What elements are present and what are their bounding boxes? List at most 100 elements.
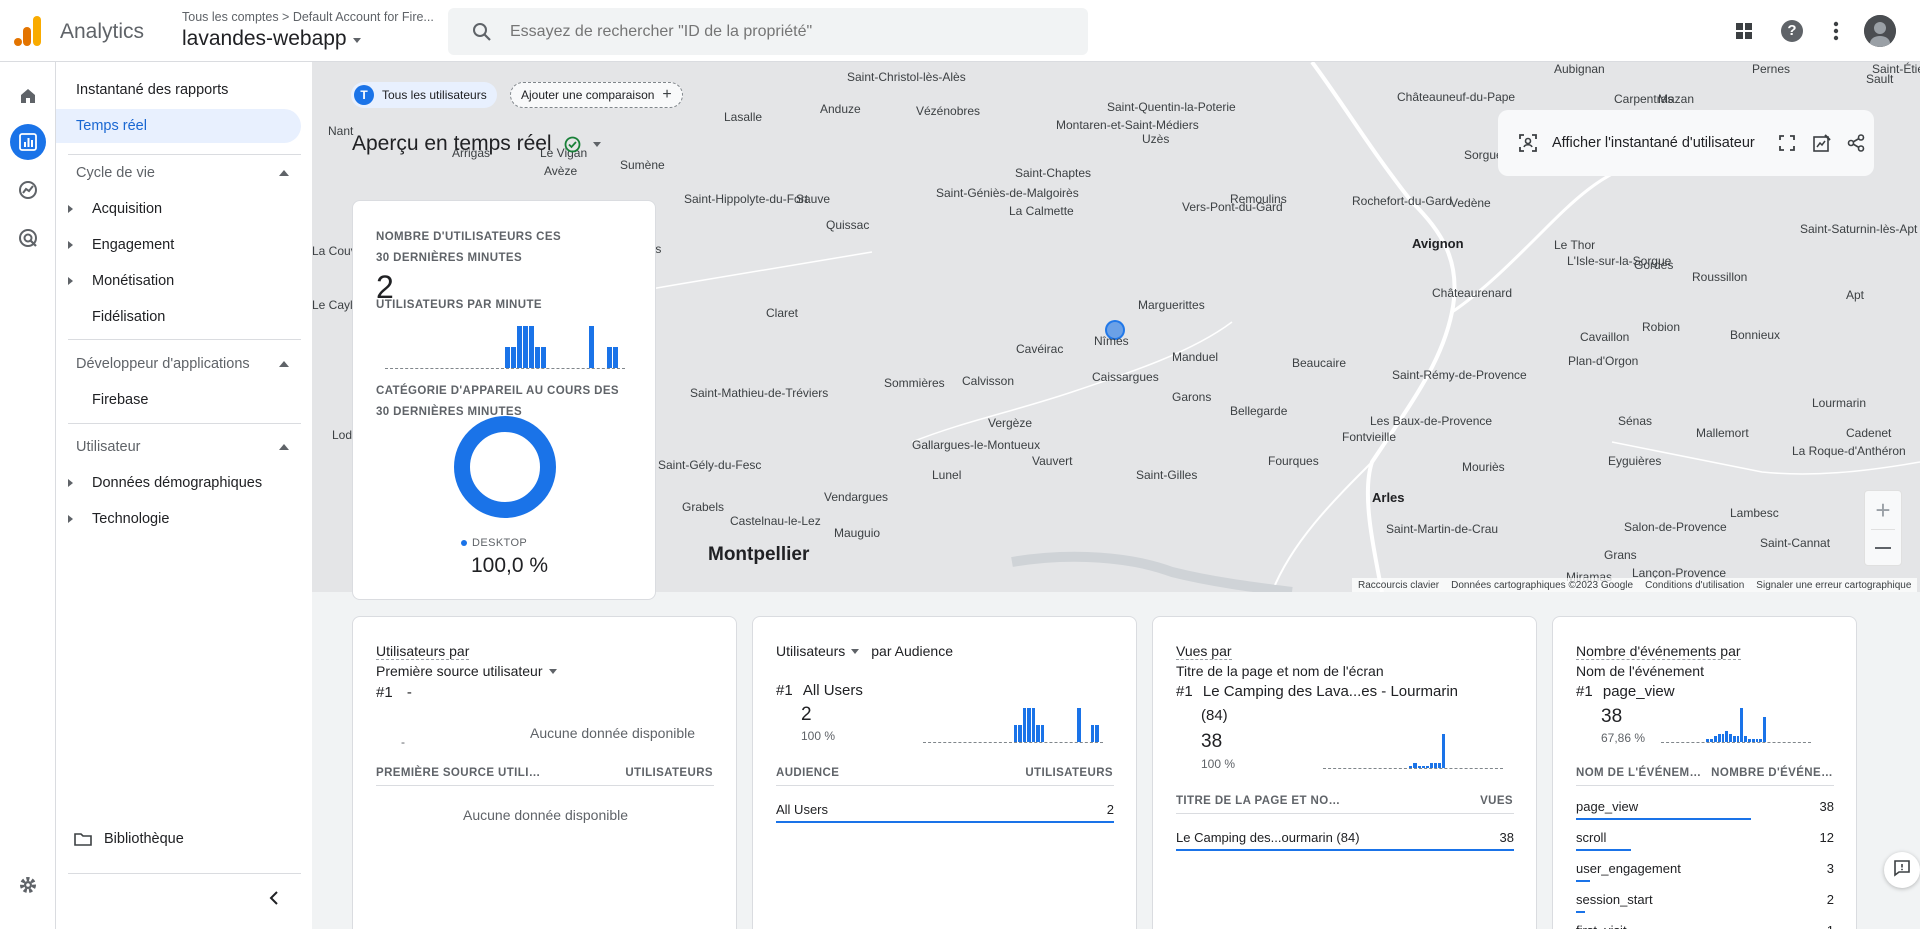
apps-grid-icon[interactable]: [1734, 21, 1754, 41]
feedback-button[interactable]: [1884, 852, 1920, 888]
rank-percent: 67,86 %: [1601, 731, 1646, 745]
analytics-logo-icon[interactable]: [14, 16, 42, 46]
row-value: 38: [1499, 830, 1514, 845]
app-root: Analytics Tous les comptes > Default Acc…: [0, 0, 1920, 929]
collapse-nav-icon[interactable]: [266, 890, 282, 906]
nav-section-user[interactable]: Utilisateur: [56, 432, 301, 462]
map-town-label: Pernes: [1752, 62, 1791, 76]
report-error-link[interactable]: Signaler une erreur cartographique: [1756, 580, 1911, 591]
metric-selector[interactable]: Utilisateurs par: [376, 643, 470, 660]
donut-slice-desktop[interactable]: [454, 416, 556, 518]
zoom-in-button[interactable]: +: [1865, 491, 1901, 529]
row-label: user_engagement: [1576, 861, 1681, 876]
table-row[interactable]: session_start 2: [1576, 888, 1834, 916]
caret-right-icon: [68, 479, 73, 487]
table-row[interactable]: All Users 2: [776, 797, 1114, 825]
table-row[interactable]: user_engagement 3: [1576, 857, 1834, 885]
nav-item-demographics[interactable]: Données démographiques: [56, 466, 301, 500]
home-icon[interactable]: [10, 78, 46, 114]
audience-sparkline: [923, 707, 1103, 743]
page-title: Aperçu en temps réel: [352, 132, 552, 155]
map-town-label: Lambesc: [1730, 506, 1779, 520]
map-city-label: Montpellier: [708, 544, 810, 565]
table-row[interactable]: first_visit 1: [1576, 919, 1834, 929]
map-town-label: Cadenet: [1846, 426, 1892, 440]
nav-item-retention[interactable]: Fidélisation: [56, 300, 301, 334]
map-town-label: Sauve: [796, 192, 831, 206]
help-icon[interactable]: ?: [1781, 20, 1803, 42]
map-town-label: Vergèze: [988, 416, 1033, 430]
col-header-source: PREMIÈRE SOURCE UTILI…: [376, 767, 541, 779]
keyboard-shortcuts-link[interactable]: Raccourcis clavier: [1358, 580, 1439, 591]
audience-chip[interactable]: T Tous les utilisateurs: [351, 82, 497, 108]
metric-selector[interactable]: Vues par: [1176, 643, 1232, 660]
table-row[interactable]: scroll 12: [1576, 826, 1834, 854]
nav-divider: [68, 154, 301, 155]
caret-right-icon: [68, 241, 73, 249]
map-town-label: Saint-Mathieu-de-Tréviers: [690, 386, 829, 400]
map-town-label: Apt: [1846, 288, 1865, 302]
row-value: 12: [1819, 830, 1834, 845]
nav-item-technology[interactable]: Technologie: [56, 502, 301, 536]
add-comparison-label: Ajouter une comparaison: [521, 88, 655, 102]
table-row[interactable]: page_view 38: [1576, 795, 1834, 823]
nav-item-library[interactable]: Bibliothèque: [56, 822, 301, 856]
explore-icon[interactable]: [10, 172, 46, 208]
row-label: page_view: [1576, 799, 1639, 814]
caret-right-icon: [68, 515, 73, 523]
avatar[interactable]: [1864, 15, 1896, 47]
map-town-label: Rochefort-du-Gard: [1352, 194, 1453, 208]
breadcrumb[interactable]: Tous les comptes > Default Account for F…: [182, 10, 434, 24]
nav-item-realtime[interactable]: Temps réel: [56, 109, 301, 143]
rank-percent: 100 %: [801, 729, 836, 743]
property-selector[interactable]: lavandes-webapp: [182, 27, 361, 51]
spark-bar: [1040, 725, 1045, 742]
overview-card: NOMBRE D'UTILISATEURS CES 30 DERNIÈRES M…: [352, 200, 656, 600]
no-data-table: Aucune donnée disponible: [463, 807, 629, 823]
row-bar: [776, 821, 1114, 823]
map-town-label: Nîmes: [1094, 334, 1129, 348]
search-input[interactable]: [510, 22, 1070, 41]
col-header-page: TITRE DE LA PAGE ET NO…: [1176, 795, 1341, 807]
spark-bar: [517, 326, 522, 368]
fullscreen-icon[interactable]: [1778, 135, 1795, 151]
nav-item-firebase[interactable]: Firebase: [56, 383, 301, 417]
map-town-label: Vauvert: [1032, 454, 1073, 468]
nav-item-reports-snapshot[interactable]: Instantané des rapports: [56, 73, 301, 107]
zoom-out-button[interactable]: [1865, 530, 1901, 566]
map-attribution: Raccourcis clavier Données cartographiqu…: [1352, 578, 1918, 592]
metric-selector[interactable]: Nombre d'événements par: [1576, 643, 1741, 660]
chip-label: Tous les utilisateurs: [382, 88, 487, 102]
rank-number: #1: [1576, 683, 1593, 700]
dimension-selector[interactable]: Première source utilisateur: [376, 663, 557, 679]
spark-bar: [1759, 739, 1763, 742]
rank-label-2: (84): [1201, 707, 1228, 724]
nav-item-acquisition[interactable]: Acquisition: [56, 192, 301, 226]
map-town-label: Bonnieux: [1730, 328, 1781, 342]
add-comparison-button[interactable]: Ajouter une comparaison +: [510, 82, 683, 108]
advertising-icon[interactable]: [10, 220, 46, 256]
map-town-label: Mauguio: [834, 526, 881, 540]
map-town-label: Lasalle: [724, 110, 763, 124]
table-row[interactable]: Le Camping des...ourmarin (84) 38: [1176, 825, 1514, 853]
title-line: NOMBRE D'UTILISATEURS CES: [376, 231, 562, 243]
share-icon[interactable]: [1847, 134, 1865, 152]
more-vert-icon[interactable]: [1833, 21, 1839, 41]
customize-report-icon[interactable]: [1812, 134, 1831, 152]
gear-icon[interactable]: [10, 867, 46, 903]
metric-selector[interactable]: Utilisateurs: [776, 643, 845, 659]
nav-divider: [68, 873, 301, 874]
chevron-down-icon[interactable]: [851, 648, 860, 654]
reports-icon[interactable]: [10, 124, 46, 160]
user-snapshot-button[interactable]: Afficher l'instantané d'utilisateur: [1552, 135, 1755, 151]
nav-section-lifecycle[interactable]: Cycle de vie: [56, 158, 301, 188]
rank-row: #1 page_view: [1576, 683, 1675, 700]
map-town-label: Cavaillon: [1580, 330, 1630, 344]
search-bar[interactable]: [448, 8, 1088, 55]
map-city-label: Arles: [1372, 490, 1405, 505]
chevron-down-icon[interactable]: [592, 141, 601, 147]
terms-link[interactable]: Conditions d'utilisation: [1645, 580, 1744, 591]
nav-item-engagement[interactable]: Engagement: [56, 228, 301, 262]
nav-section-app-developer[interactable]: Développeur d'applications: [56, 349, 301, 379]
nav-item-monetization[interactable]: Monétisation: [56, 264, 301, 298]
